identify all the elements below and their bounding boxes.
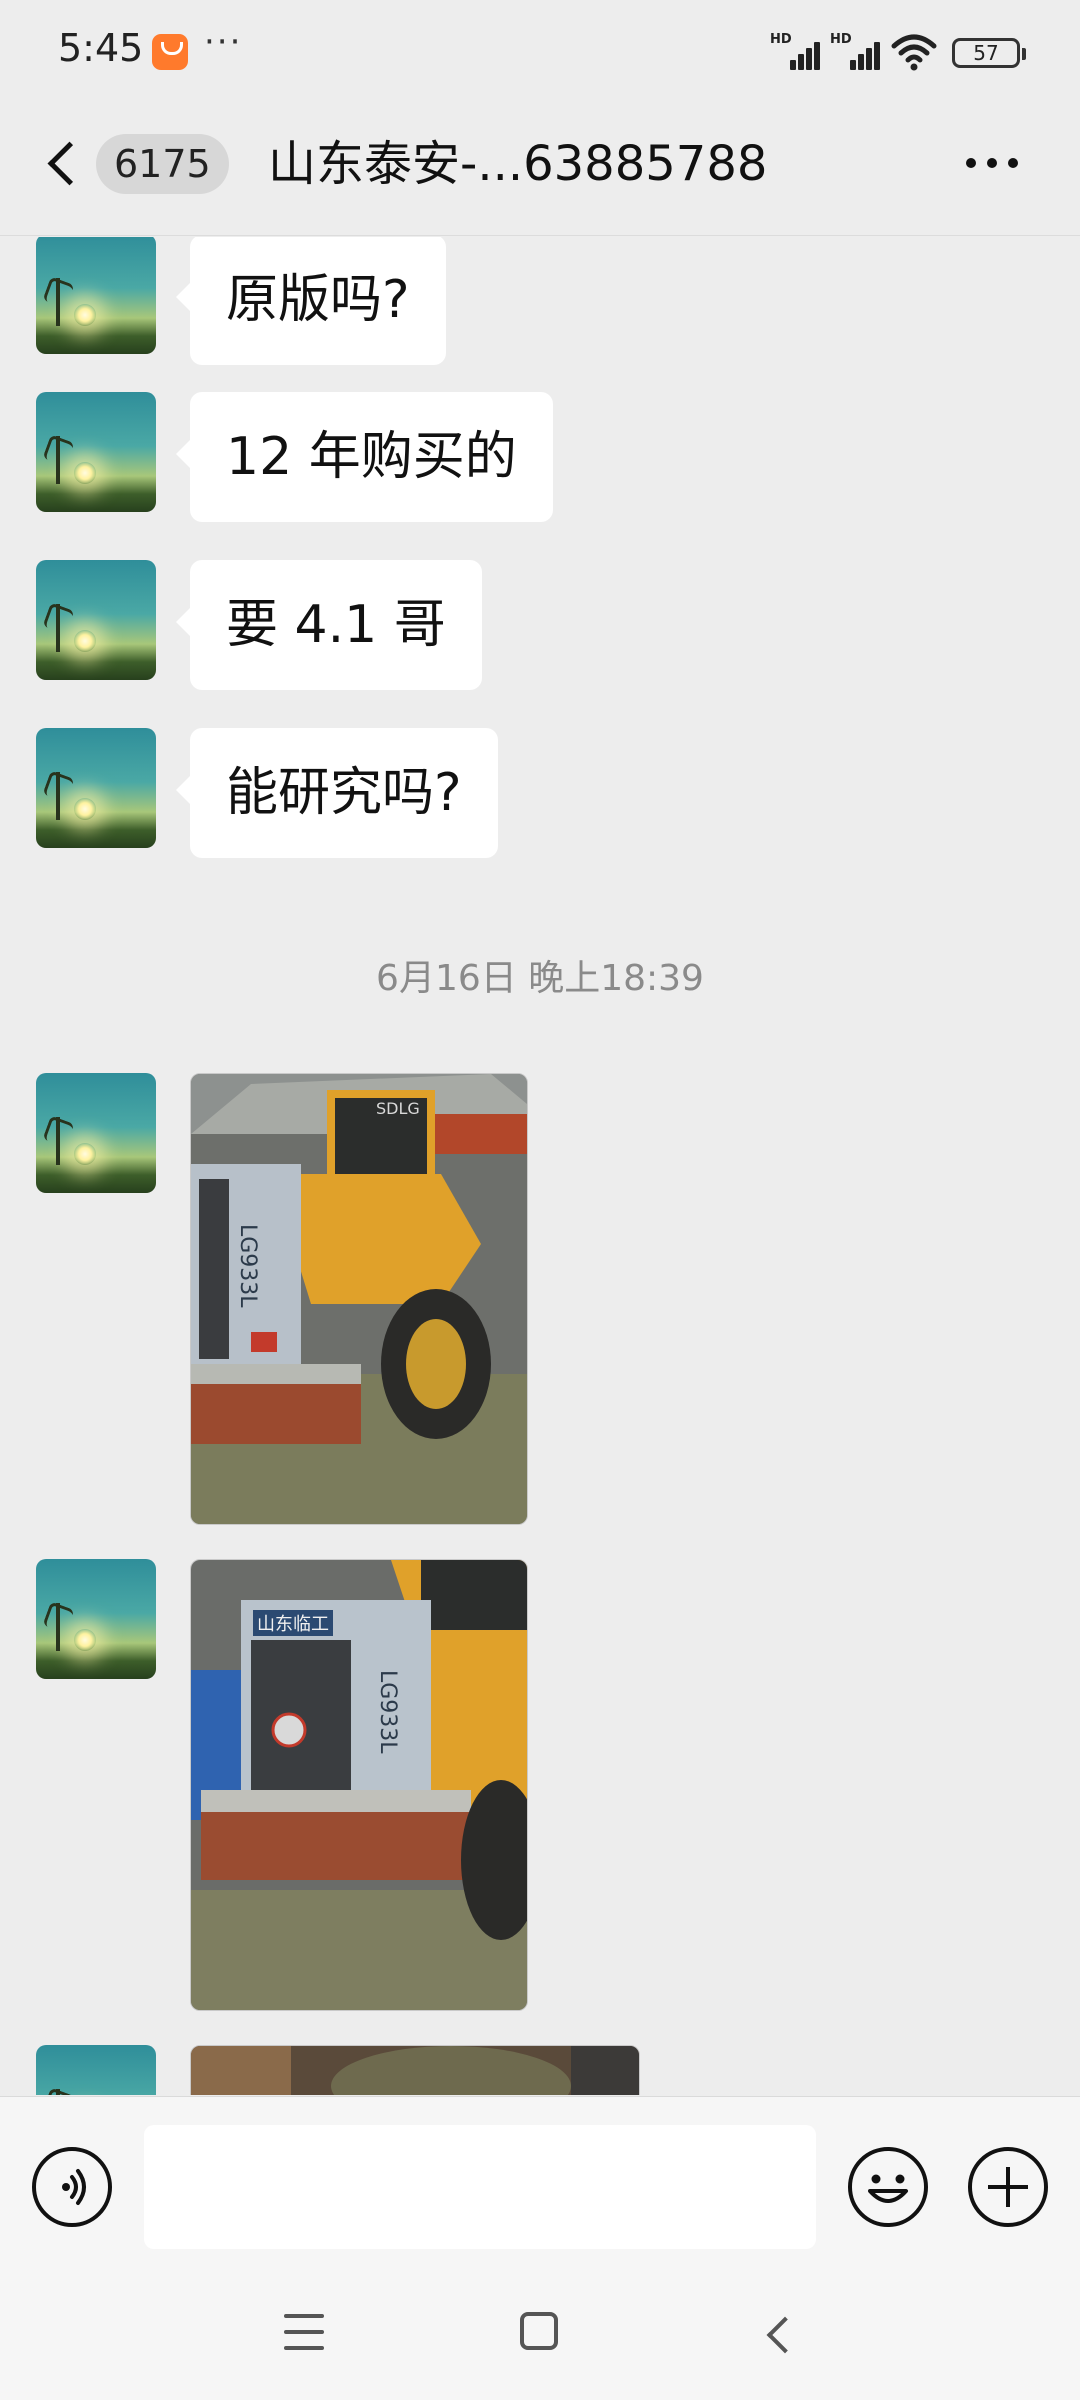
wifi-icon — [891, 34, 937, 71]
status-bar: 5:45 ··· HD HD 57 — [0, 0, 1080, 104]
emoji-icon[interactable] — [848, 2147, 928, 2227]
battery-indicator: 57 — [952, 38, 1026, 68]
message-bubble[interactable]: 12 年购买的 — [176, 392, 553, 522]
chevron-left-icon[interactable] — [44, 134, 84, 194]
message-input-bar — [0, 2096, 1080, 2266]
photo-loader-rear[interactable]: LG933L SDLG — [190, 1073, 528, 1525]
loader-brand-text: 山东临工 — [257, 1614, 329, 1635]
contact-avatar[interactable] — [36, 1559, 156, 1679]
message-bubble[interactable]: 能研究吗? — [176, 728, 498, 858]
home-icon[interactable] — [520, 2312, 558, 2350]
contact-avatar[interactable] — [36, 560, 156, 680]
chat-message-list[interactable]: 原版吗? 12 年购买的 要 4.1 哥 能研究吗? 6月16日 晚上18:39… — [0, 237, 1080, 2095]
message-timestamp: 6月16日 晚上18:39 — [376, 958, 704, 999]
menu-icon[interactable] — [284, 2314, 324, 2350]
loader-brand-text: SDLG — [376, 1099, 420, 1118]
more-dots-icon[interactable] — [962, 142, 1022, 182]
loader-model-text: LG933L — [375, 1670, 400, 1754]
message-bubble[interactable]: 原版吗? — [176, 237, 446, 365]
message-input[interactable] — [144, 2125, 816, 2249]
photo-loader-grille[interactable]: 山东临工 LG933L — [190, 1559, 528, 2011]
contact-avatar[interactable] — [36, 237, 156, 354]
back-nav-icon[interactable] — [762, 2314, 792, 2354]
status-time: 5:45 — [58, 26, 144, 70]
taobao-notification-icon — [152, 34, 188, 70]
loader-model-text: LG933L — [235, 1224, 260, 1308]
unread-count-badge[interactable]: 6175 — [96, 134, 229, 194]
cellular-signal-icon-2: HD — [830, 32, 882, 70]
chat-header: 6175 山东泰安-...63885788 — [0, 104, 1080, 236]
chat-title: 山东泰安-...63885788 — [268, 136, 768, 192]
contact-avatar[interactable] — [36, 1073, 156, 1193]
status-more-indicator: ··· — [204, 22, 243, 62]
contact-avatar[interactable] — [36, 2045, 156, 2095]
contact-avatar[interactable] — [36, 392, 156, 512]
contact-avatar[interactable] — [36, 728, 156, 848]
photo-partial[interactable] — [190, 2045, 640, 2095]
voice-icon[interactable] — [32, 2147, 112, 2227]
cellular-signal-icon: HD — [770, 32, 822, 70]
plus-icon[interactable] — [968, 2147, 1048, 2227]
system-navigation-bar — [0, 2266, 1080, 2400]
message-bubble[interactable]: 要 4.1 哥 — [176, 560, 482, 690]
